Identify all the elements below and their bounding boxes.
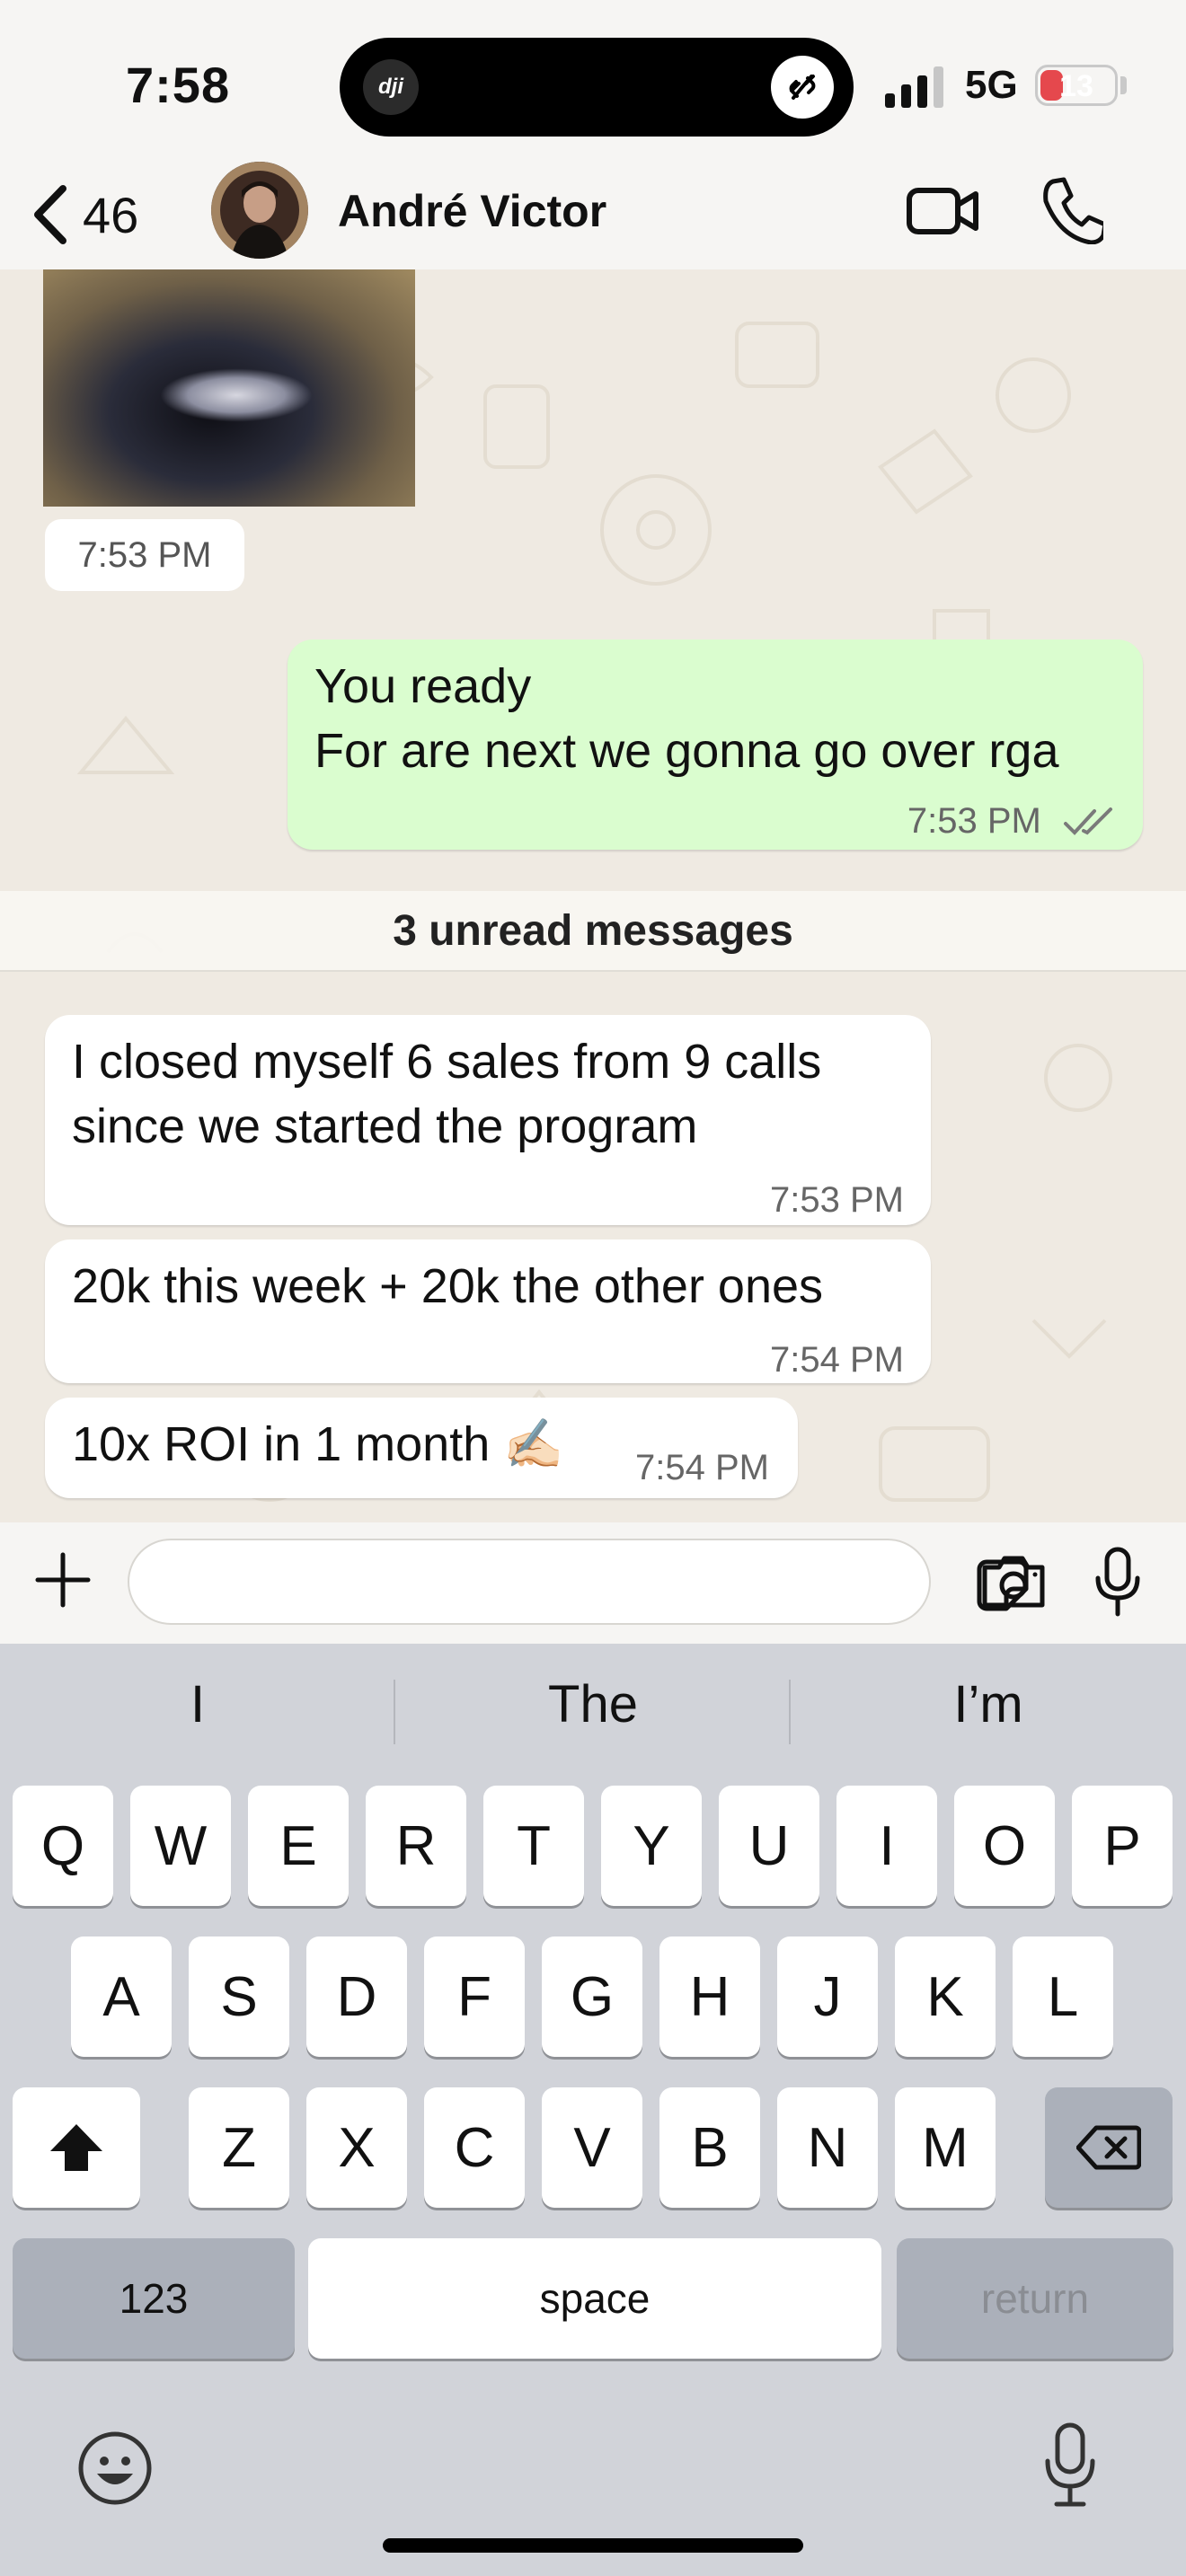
phone-icon[interactable] bbox=[1040, 176, 1103, 244]
key[interactable]: B bbox=[659, 2087, 760, 2208]
composer-bar bbox=[0, 1522, 1186, 1644]
key[interactable]: Q bbox=[13, 1786, 113, 1906]
key[interactable]: E bbox=[248, 1786, 349, 1906]
key[interactable]: R bbox=[366, 1786, 466, 1906]
battery-icon: 13 bbox=[1035, 65, 1118, 106]
message-time-row: 7:53 PM bbox=[907, 789, 1116, 853]
video-call-icon[interactable] bbox=[906, 180, 981, 243]
message-text-line: 20k this week + 20k the other ones bbox=[72, 1259, 824, 1313]
message-time: 7:54 PM bbox=[635, 1448, 769, 1487]
suggestion[interactable]: I bbox=[0, 1674, 395, 1734]
key[interactable]: J bbox=[777, 1936, 878, 2057]
key[interactable]: O bbox=[954, 1786, 1055, 1906]
return-key[interactable]: return bbox=[897, 2238, 1173, 2359]
incoming-message[interactable]: 20k this week + 20k the other ones 7:54 … bbox=[45, 1239, 931, 1383]
key[interactable]: I bbox=[836, 1786, 937, 1906]
unread-messages-banner: 3 unread messages bbox=[0, 891, 1186, 972]
chat-header: 46 André Victor bbox=[0, 162, 1186, 269]
key[interactable]: D bbox=[306, 1936, 407, 2057]
key[interactable]: C bbox=[424, 2087, 525, 2208]
contact-name[interactable]: André Victor bbox=[338, 185, 606, 237]
numbers-key[interactable]: 123 bbox=[13, 2238, 295, 2359]
key[interactable]: U bbox=[719, 1786, 819, 1906]
battery-nub bbox=[1120, 76, 1127, 94]
image-content bbox=[160, 368, 313, 422]
message-text-line: since we started the program bbox=[72, 1099, 698, 1153]
key[interactable]: N bbox=[777, 2087, 878, 2208]
status-bar: 7:58 dji 5G 13 bbox=[0, 0, 1186, 162]
message-time: 7:53 PM bbox=[770, 1180, 904, 1220]
shift-icon bbox=[50, 2124, 102, 2171]
dictation-microphone-icon[interactable] bbox=[1042, 2422, 1098, 2508]
back-button[interactable]: 46 bbox=[31, 174, 174, 255]
status-time: 7:58 bbox=[126, 57, 231, 113]
home-indicator[interactable] bbox=[383, 2538, 803, 2553]
avatar[interactable] bbox=[211, 162, 308, 259]
message-text-line: For are next we gonna go over rga bbox=[314, 724, 1059, 778]
key[interactable]: T bbox=[483, 1786, 584, 1906]
key[interactable]: V bbox=[542, 2087, 642, 2208]
chevron-left-icon bbox=[34, 185, 66, 244]
message-time: 7:53 PM bbox=[45, 519, 244, 591]
outgoing-message[interactable]: You ready For are next we gonna go over … bbox=[288, 640, 1143, 850]
message-text-line: I closed myself 6 sales from 9 calls bbox=[72, 1035, 822, 1089]
dynamic-island[interactable]: dji bbox=[340, 38, 854, 137]
message-text-line: You ready bbox=[314, 659, 532, 713]
predictive-bar: I The I’m bbox=[0, 1644, 1186, 1778]
camera-icon[interactable] bbox=[979, 1553, 1048, 1610]
microphone-icon[interactable] bbox=[1093, 1546, 1143, 1618]
key[interactable]: M bbox=[895, 2087, 996, 2208]
key[interactable]: A bbox=[71, 1936, 172, 2057]
message-input[interactable] bbox=[128, 1539, 1029, 1625]
key[interactable]: W bbox=[130, 1786, 231, 1906]
incoming-message[interactable]: I closed myself 6 sales from 9 calls sin… bbox=[45, 1015, 931, 1225]
message-time: 7:53 PM bbox=[907, 801, 1041, 841]
key[interactable]: X bbox=[306, 2087, 407, 2208]
shift-key[interactable] bbox=[13, 2087, 140, 2208]
chat-area[interactable]: 7:53 PM You ready For are next we gonna … bbox=[0, 269, 1186, 1522]
emoji-icon[interactable] bbox=[77, 2430, 153, 2506]
key[interactable]: P bbox=[1072, 1786, 1173, 1906]
key[interactable]: K bbox=[895, 1936, 996, 2057]
key[interactable]: F bbox=[424, 1936, 525, 2057]
cellular-signal-icon bbox=[885, 66, 943, 108]
key[interactable]: H bbox=[659, 1936, 760, 2057]
space-key[interactable]: space bbox=[308, 2238, 881, 2359]
key[interactable]: Y bbox=[601, 1786, 702, 1906]
read-receipt-icon bbox=[1064, 807, 1112, 836]
incoming-message[interactable]: 10x ROI in 1 month ✍🏻 7:54 PM bbox=[45, 1398, 798, 1498]
key[interactable]: L bbox=[1013, 1936, 1113, 2057]
network-type: 5G bbox=[965, 63, 1018, 107]
message-time: 7:54 PM bbox=[770, 1340, 904, 1380]
suggestion[interactable]: The bbox=[395, 1674, 791, 1734]
plus-icon[interactable] bbox=[34, 1551, 92, 1609]
image-message[interactable] bbox=[43, 269, 415, 507]
battery-percent: 13 bbox=[1059, 69, 1093, 103]
key[interactable]: G bbox=[542, 1936, 642, 2057]
keyboard: I The I’m Q W E R T Y U I O P A S D F G … bbox=[0, 1644, 1186, 2576]
delete-key[interactable] bbox=[1045, 2087, 1173, 2208]
link-off-icon bbox=[771, 56, 834, 119]
key[interactable]: Z bbox=[189, 2087, 289, 2208]
suggestion[interactable]: I’m bbox=[791, 1674, 1186, 1734]
backspace-icon bbox=[1076, 2125, 1141, 2170]
unread-chats-count: 46 bbox=[83, 186, 139, 243]
key[interactable]: S bbox=[189, 1936, 289, 2057]
message-text-line: 10x ROI in 1 month ✍🏻 bbox=[72, 1417, 564, 1471]
dji-app-icon: dji bbox=[363, 59, 419, 115]
